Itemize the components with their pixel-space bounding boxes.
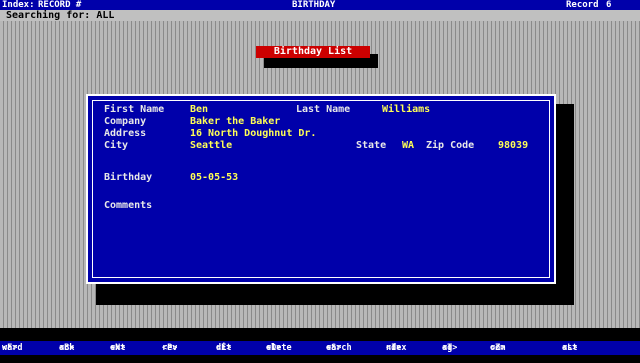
address-field[interactable]: 16 North Doughnut Dr.: [190, 128, 316, 140]
first-name-field[interactable]: Ben: [190, 104, 208, 116]
index-value: RECORD #: [38, 0, 82, 10]
birthday-field[interactable]: 05-05-53: [190, 172, 238, 184]
zip-field[interactable]: 98039: [498, 140, 528, 152]
city-label: City: [104, 140, 129, 151]
file-name: BIRTHDAY: [292, 0, 336, 10]
last-name-label: Last Name: [296, 104, 351, 115]
zip-label: Zip Code: [426, 140, 475, 151]
command-bar: <F> ward <B> ack <N> ext <P> rev <E> dit <D> e…: [0, 341, 640, 355]
city-field[interactable]: Seattle: [190, 140, 232, 152]
form-frame: [92, 100, 550, 278]
birthday-label: Birthday: [104, 172, 153, 183]
record-label: Record: [566, 0, 599, 10]
search-status: Searching for: ALL: [0, 10, 640, 21]
comments-label: Comments: [104, 200, 153, 211]
form-title-banner: Birthday List: [256, 46, 378, 68]
record-form: First Name Ben Last Name Williams Compan…: [86, 94, 556, 284]
company-field[interactable]: Baker the Baker: [190, 116, 280, 128]
record-number: 6: [606, 0, 612, 10]
company-label: Company: [104, 116, 147, 127]
address-label: Address: [104, 128, 147, 139]
search-status-text: Searching for: ALL: [6, 10, 115, 21]
last-name-field[interactable]: Williams: [382, 104, 430, 116]
state-label: State: [356, 140, 387, 151]
first-name-label: First Name: [104, 104, 165, 115]
state-field[interactable]: WA: [402, 140, 414, 152]
index-label: Index:: [2, 0, 35, 10]
form-title: Birthday List: [256, 46, 370, 58]
status-bar: Index: RECORD # BIRTHDAY Record 6: [0, 0, 640, 10]
